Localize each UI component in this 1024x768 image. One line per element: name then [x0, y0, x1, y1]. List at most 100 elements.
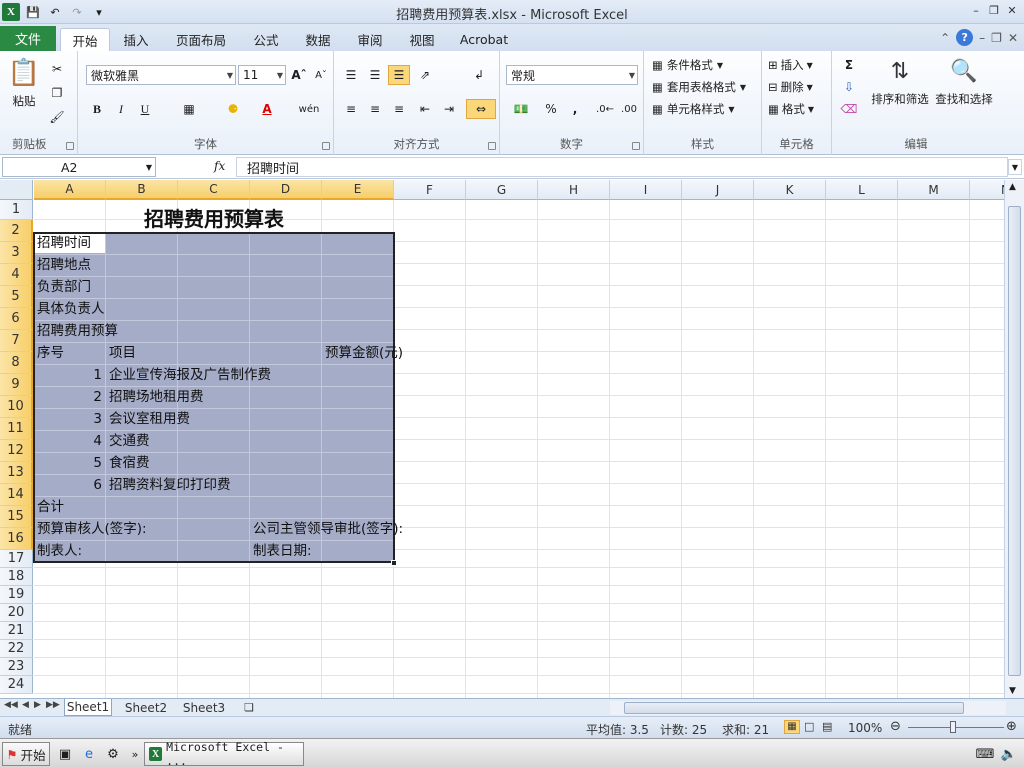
item-name[interactable]: 招聘资料复印打印费 — [109, 477, 231, 493]
row-header-7[interactable]: 7 — [0, 330, 33, 352]
alignment-launcher-icon[interactable] — [488, 142, 496, 150]
doc-restore-icon[interactable]: ❐ — [991, 31, 1002, 45]
row-header-18[interactable]: 18 — [0, 568, 33, 586]
paste-button[interactable]: 粘贴 — [4, 93, 44, 109]
cell-styles-button[interactable]: ▦ 单元格样式 ▼ — [652, 99, 735, 119]
cut-icon[interactable]: ✂ — [46, 59, 68, 79]
scroll-down-icon[interactable]: ▼ — [1009, 686, 1016, 696]
page-break-view-icon[interactable]: ▤ — [822, 720, 832, 733]
name-box[interactable]: A2 ▼ — [2, 157, 156, 177]
conditional-format-button[interactable]: ▦ 条件格式 ▼ — [652, 55, 723, 75]
item-name[interactable]: 食宿费 — [109, 455, 150, 471]
tab-view[interactable]: 视图 — [400, 28, 444, 51]
row-header-12[interactable]: 12 — [0, 440, 33, 462]
collapse-ribbon-icon[interactable]: ⌃ — [940, 31, 950, 45]
fill-color-icon[interactable]: ⚈ — [222, 99, 244, 119]
tab-file[interactable]: 文件 — [0, 26, 56, 51]
copy-icon[interactable]: ❐ — [46, 83, 68, 103]
next-sheet-icon[interactable]: ▶ — [34, 700, 41, 710]
font-size-select[interactable]: 11 ▼ — [238, 65, 286, 85]
column-header-l[interactable]: L — [826, 180, 898, 200]
row-header-23[interactable]: 23 — [0, 658, 33, 676]
row-header-22[interactable]: 22 — [0, 640, 33, 658]
restore-icon[interactable]: ❐ — [986, 2, 1002, 18]
cell-a2[interactable]: 招聘时间 — [37, 235, 91, 251]
sheet-title[interactable]: 招聘费用预算表 — [34, 203, 394, 232]
doc-minimize-icon[interactable]: – — [979, 31, 985, 45]
scroll-up-icon[interactable]: ▲ — [1009, 182, 1016, 192]
font-name-select[interactable]: 微软雅黑 ▼ — [86, 65, 236, 85]
paste-icon[interactable]: 📋 — [6, 57, 42, 89]
row-header-1[interactable]: 1 — [0, 200, 33, 220]
cell-d15[interactable]: 公司主管领导审批(签字): — [253, 521, 403, 537]
row-header-9[interactable]: 9 — [0, 374, 33, 396]
sheet-tab-sheet1[interactable]: Sheet1 — [64, 699, 112, 716]
italic-button[interactable]: I — [110, 99, 132, 119]
row-header-24[interactable]: 24 — [0, 676, 33, 694]
clear-icon[interactable]: ⌫ — [838, 99, 860, 119]
format-as-table-button[interactable]: ▦ 套用表格格式 ▼ — [652, 77, 746, 97]
zoom-slider[interactable] — [908, 727, 1004, 728]
sort-filter-icon[interactable]: ⇅ — [876, 55, 924, 87]
row-header-17[interactable]: 17 — [0, 550, 33, 568]
page-layout-view-icon[interactable]: □ — [804, 720, 814, 733]
column-header-g[interactable]: G — [466, 180, 538, 200]
accounting-icon[interactable]: 💵 — [506, 99, 536, 119]
align-middle-icon[interactable]: ☰ — [364, 65, 386, 85]
vertical-scroll-thumb[interactable] — [1008, 206, 1021, 676]
row-header-8[interactable]: 8 — [0, 352, 33, 374]
cell-a7[interactable]: 序号 — [37, 345, 64, 361]
expand-formula-icon[interactable]: ▼ — [1008, 159, 1022, 175]
merge-center-icon[interactable]: ⇔ — [466, 99, 496, 119]
column-header-n[interactable]: N — [970, 180, 1004, 200]
desktop-icon[interactable]: ▣ — [56, 745, 74, 763]
cell-b7[interactable]: 项目 — [109, 345, 136, 361]
row-header-19[interactable]: 19 — [0, 586, 33, 604]
cell-a6[interactable]: 招聘费用预算 — [37, 323, 118, 339]
shrink-font-icon[interactable]: Aˇ — [310, 65, 332, 85]
last-sheet-icon[interactable]: ▶▶ — [46, 700, 60, 710]
zoom-level[interactable]: 100% — [848, 721, 882, 735]
bold-button[interactable]: B — [86, 99, 108, 119]
sheet-tab-sheet2[interactable]: Sheet2 — [122, 699, 170, 716]
tab-review[interactable]: 审阅 — [348, 28, 392, 51]
doc-close-icon[interactable]: ✕ — [1008, 31, 1018, 45]
column-header-f[interactable]: F — [394, 180, 466, 200]
first-sheet-icon[interactable]: ◀◀ — [4, 700, 18, 710]
row-header-2[interactable]: 2 — [0, 220, 33, 242]
tab-formulas[interactable]: 公式 — [244, 28, 288, 51]
minimize-icon[interactable]: – — [968, 2, 984, 18]
taskbar-excel-item[interactable]: X Microsoft Excel - ... — [144, 740, 304, 768]
cell-a14[interactable]: 合计 — [37, 499, 64, 515]
align-center-icon[interactable]: ≡ — [364, 99, 386, 119]
item-number[interactable]: 3 — [34, 411, 102, 427]
increase-decimal-icon[interactable]: .0← — [594, 99, 616, 119]
item-name[interactable]: 企业宣传海报及广告制作费 — [109, 367, 271, 383]
column-header-b[interactable]: B — [106, 180, 178, 200]
percent-button[interactable]: % — [540, 99, 562, 119]
row-header-6[interactable]: 6 — [0, 308, 33, 330]
browser-icon[interactable]: e — [80, 745, 98, 763]
fill-icon[interactable]: ⇩ — [838, 77, 860, 97]
row-header-13[interactable]: 13 — [0, 462, 33, 484]
zoom-slider-thumb[interactable] — [950, 721, 956, 733]
row-header-14[interactable]: 14 — [0, 484, 33, 506]
cell-a3[interactable]: 招聘地点 — [37, 257, 91, 273]
number-launcher-icon[interactable] — [632, 142, 640, 150]
tab-acrobat[interactable]: Acrobat — [452, 28, 516, 51]
column-header-j[interactable]: J — [682, 180, 754, 200]
align-right-icon[interactable]: ≡ — [388, 99, 410, 119]
clipboard-launcher-icon[interactable] — [66, 142, 74, 150]
insert-sheet-icon[interactable]: ❏ — [238, 699, 260, 716]
cell-a15[interactable]: 预算审核人(签字): — [37, 521, 147, 537]
increase-indent-icon[interactable]: ⇥ — [438, 99, 460, 119]
column-header-m[interactable]: M — [898, 180, 970, 200]
column-header-e[interactable]: E — [322, 180, 394, 200]
number-format-select[interactable]: 常规 ▼ — [506, 65, 638, 85]
row-header-15[interactable]: 15 — [0, 506, 33, 528]
item-number[interactable]: 2 — [34, 389, 102, 405]
app-icon[interactable]: ⚙ — [104, 745, 122, 763]
tab-insert[interactable]: 插入 — [114, 28, 158, 51]
prev-sheet-icon[interactable]: ◀ — [22, 700, 29, 710]
item-number[interactable]: 1 — [34, 367, 102, 383]
